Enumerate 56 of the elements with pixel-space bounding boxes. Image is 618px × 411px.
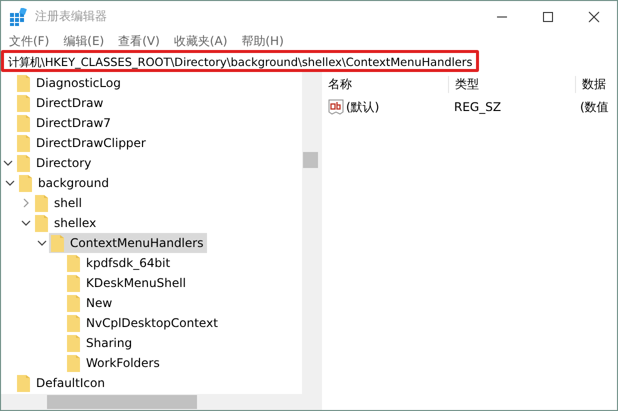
tree-item[interactable]: DefaultIcon — [15, 373, 109, 393]
folder-icon — [17, 114, 30, 132]
window-title: 注册表编辑器 — [35, 8, 107, 25]
chevron-right-icon[interactable] — [21, 198, 31, 208]
column-header[interactable]: 类型 — [449, 76, 576, 92]
folder-icon — [35, 194, 48, 212]
folder-icon — [67, 354, 80, 372]
tree-item[interactable]: kpdfsdk_64bit — [65, 253, 174, 273]
menu-item[interactable]: 收藏夹(A) — [174, 32, 228, 50]
folder-icon — [67, 294, 80, 312]
tree-item[interactable]: New — [65, 293, 116, 313]
column-header[interactable]: 名称 — [322, 76, 449, 92]
folder-icon — [17, 134, 30, 152]
maximize-icon — [542, 10, 554, 22]
table-cell-text: REG_SZ — [453, 100, 502, 114]
tree-item[interactable]: ContextMenuHandlers — [49, 233, 208, 253]
string-value-icon — [328, 99, 344, 115]
registry-icon — [9, 8, 27, 26]
folder-icon — [19, 174, 32, 192]
menu-item[interactable]: 查看(V) — [118, 32, 160, 50]
folder-icon — [67, 274, 80, 292]
menu-item[interactable]: 帮助(H) — [241, 32, 284, 50]
folder-icon — [17, 374, 30, 392]
tree-item[interactable]: shell — [33, 193, 86, 213]
tree-item[interactable]: NvCplDesktopContext — [65, 313, 222, 333]
table-cell-text: (数值 — [579, 98, 610, 116]
tree-item[interactable]: DiagnosticLog — [15, 73, 125, 93]
vertical-scrollbar[interactable] — [302, 72, 319, 394]
folder-icon — [17, 94, 30, 112]
folder-icon — [17, 74, 30, 92]
tree-item[interactable]: shellex — [33, 213, 100, 233]
tree-item[interactable]: DirectDrawClipper — [15, 133, 150, 153]
menu-item[interactable]: 编辑(E) — [63, 32, 104, 50]
menu-item[interactable]: 文件(F) — [9, 32, 50, 50]
chevron-down-icon[interactable] — [21, 218, 31, 228]
tree-item[interactable]: DirectDraw — [15, 93, 108, 113]
chevron-down-icon[interactable] — [37, 238, 47, 248]
tree-item[interactable]: DirectDraw7 — [15, 113, 115, 133]
folder-icon — [35, 214, 48, 232]
folder-icon — [67, 254, 80, 272]
tree-item[interactable]: Sharing — [65, 333, 136, 353]
chevron-down-icon[interactable] — [3, 158, 13, 168]
address-bar[interactable]: 计算机\HKEY_CLASSES_ROOT\Directory\background\shellex\ContextMenuHandlers — [1, 50, 480, 72]
folder-icon — [67, 334, 80, 352]
table-cell: (默认) — [322, 98, 448, 116]
column-header[interactable]: 数据 — [576, 76, 617, 92]
tree-item[interactable]: WorkFolders — [65, 353, 164, 373]
tree-item[interactable]: Directory — [15, 153, 96, 173]
tree-item[interactable]: KDeskMenuShell — [65, 273, 190, 293]
close-icon — [588, 10, 600, 22]
tree-item[interactable]: background — [17, 173, 113, 193]
chevron-down-icon[interactable] — [5, 178, 15, 188]
folder-icon — [67, 314, 80, 332]
horizontal-scrollbar[interactable] — [1, 394, 319, 410]
folder-icon — [17, 154, 30, 172]
folder-icon — [51, 234, 64, 252]
